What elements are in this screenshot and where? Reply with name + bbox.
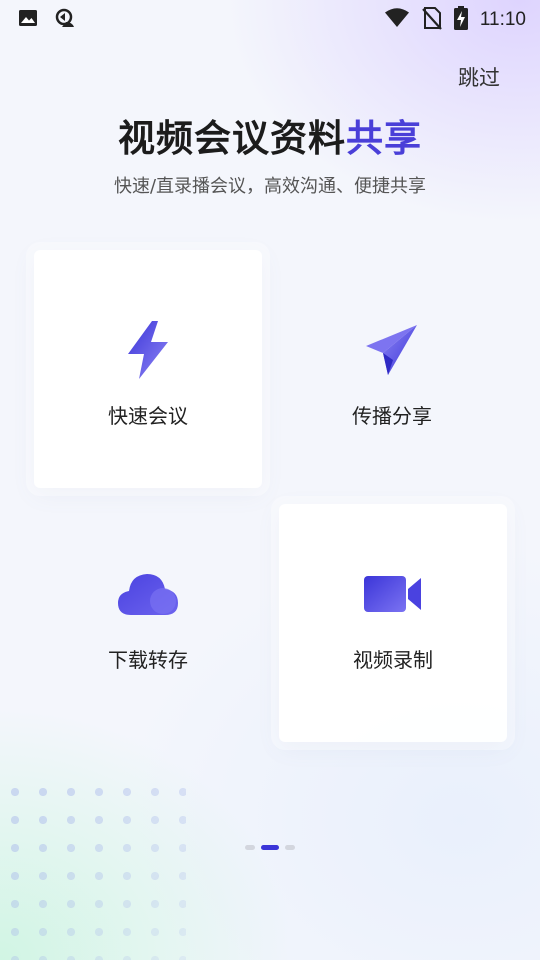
page-title: 视频会议资料共享 [0,108,540,162]
feature-label: 视频录制 [353,648,433,672]
title-main: 视频会议资料 [118,117,346,160]
feature-video-recording[interactable]: 视频录制 [279,504,507,742]
page-dot [285,845,295,850]
title-highlight: 共享 [346,117,422,160]
paper-plane-icon [364,320,420,380]
status-bar: 11:10 [0,0,540,36]
page-dot-active [261,845,279,850]
page-subtitle: 快速/直录播会议，高效沟通、便捷共享 [113,176,427,197]
app-notification-icon [54,8,76,32]
lightning-icon [123,320,173,380]
feature-label: 下载转存 [108,648,188,672]
feature-label: 快速会议 [108,404,188,428]
feature-share[interactable]: 传播分享 [278,250,506,488]
cloud-icon [117,564,179,624]
page-dot [245,845,255,850]
skip-button[interactable]: 跳过 [458,62,500,92]
decorative-dot-grid [0,778,186,960]
page-indicator [0,845,540,850]
image-icon [18,8,38,32]
wifi-icon [384,7,410,33]
battery-charging-icon [453,6,468,34]
status-time: 11:10 [479,9,526,30]
feature-download[interactable]: 下载转存 [34,504,262,742]
feature-label: 传播分享 [352,404,432,428]
video-camera-icon [363,564,423,624]
no-sim-icon [422,6,442,34]
feature-quick-meeting[interactable]: 快速会议 [34,250,262,488]
